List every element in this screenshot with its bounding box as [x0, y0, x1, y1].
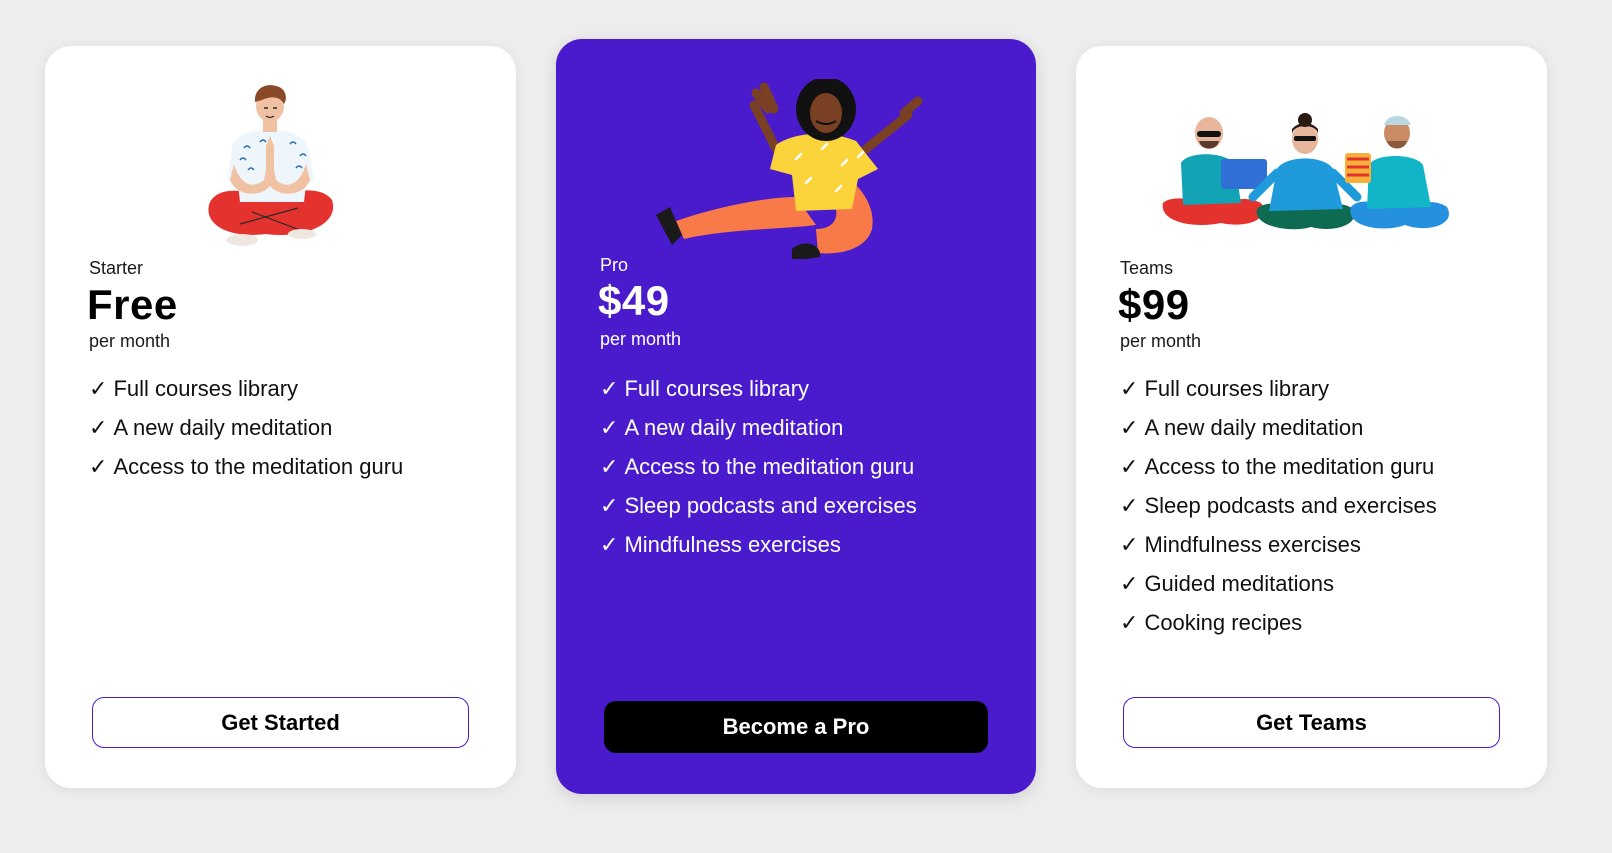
- floating-woman-icon: [656, 79, 923, 259]
- feature-item: ✓ A new daily meditation: [1120, 408, 1437, 447]
- check-icon: ✓: [1120, 532, 1139, 557]
- feature-item: ✓ Access to the meditation guru: [89, 447, 403, 486]
- check-icon: ✓: [600, 376, 619, 401]
- feature-item: ✓ Access to the meditation guru: [600, 447, 917, 486]
- check-icon: ✓: [1120, 454, 1139, 479]
- meditating-man-icon: [208, 85, 334, 246]
- plan-card-pro: Pro $49 per month ✓ Full courses library …: [556, 39, 1036, 794]
- plan-name: Teams: [1120, 258, 1174, 278]
- feature-item: ✓ Access to the meditation guru: [1120, 447, 1437, 486]
- check-icon: ✓: [600, 454, 619, 479]
- plan-period: per month: [1120, 331, 1202, 351]
- feature-item: ✓ Full courses library: [600, 369, 917, 408]
- check-icon: ✓: [600, 532, 619, 557]
- check-icon: ✓: [89, 376, 108, 401]
- check-icon: ✓: [1120, 493, 1139, 518]
- feature-item: ✓ Sleep podcasts and exercises: [1120, 486, 1437, 525]
- plan-period: per month: [600, 329, 682, 349]
- check-icon: ✓: [89, 454, 108, 479]
- plan-price: $99: [1118, 281, 1190, 328]
- check-icon: ✓: [1120, 571, 1139, 596]
- check-icon: ✓: [89, 415, 108, 440]
- check-icon: ✓: [600, 493, 619, 518]
- check-icon: ✓: [1120, 415, 1139, 440]
- get-teams-button[interactable]: Get Teams: [1123, 697, 1500, 748]
- plan-price: $49: [598, 277, 670, 324]
- plan-card-starter: Starter Free per month ✓ Full courses lib…: [45, 46, 516, 788]
- plan-period: per month: [89, 331, 171, 351]
- pricing-page: Starter Free per month ✓ Full courses lib…: [0, 0, 1612, 853]
- feature-list: ✓ Full courses library ✓ A new daily medit…: [1120, 369, 1437, 642]
- become-a-pro-button[interactable]: Become a Pro: [604, 701, 988, 753]
- check-icon: ✓: [1120, 376, 1139, 401]
- plan-name: Starter: [89, 258, 144, 278]
- feature-item: ✓ Sleep podcasts and exercises: [600, 486, 917, 525]
- check-icon: ✓: [600, 415, 619, 440]
- meditating-team-icon: [1162, 113, 1449, 230]
- feature-list: ✓ Full courses library ✓ A new daily medit…: [89, 369, 403, 486]
- feature-item: ✓ Cooking recipes: [1120, 603, 1437, 642]
- feature-item: ✓ Guided meditations: [1120, 564, 1437, 603]
- feature-item: ✓ Full courses library: [1120, 369, 1437, 408]
- feature-item: ✓ A new daily meditation: [89, 408, 403, 447]
- plan-price: Free: [87, 281, 178, 328]
- plan-card-teams: Teams $99 per month ✓ Full courses librar…: [1076, 46, 1547, 788]
- check-icon: ✓: [1120, 610, 1139, 635]
- feature-item: ✓ Full courses library: [89, 369, 403, 408]
- feature-item: ✓ Mindfulness exercises: [600, 525, 917, 564]
- feature-item: ✓ Mindfulness exercises: [1120, 525, 1437, 564]
- get-started-button[interactable]: Get Started: [92, 697, 469, 748]
- feature-item: ✓ A new daily meditation: [600, 408, 917, 447]
- feature-list: ✓ Full courses library ✓ A new daily medit…: [600, 369, 917, 564]
- plan-name: Pro: [600, 255, 629, 275]
